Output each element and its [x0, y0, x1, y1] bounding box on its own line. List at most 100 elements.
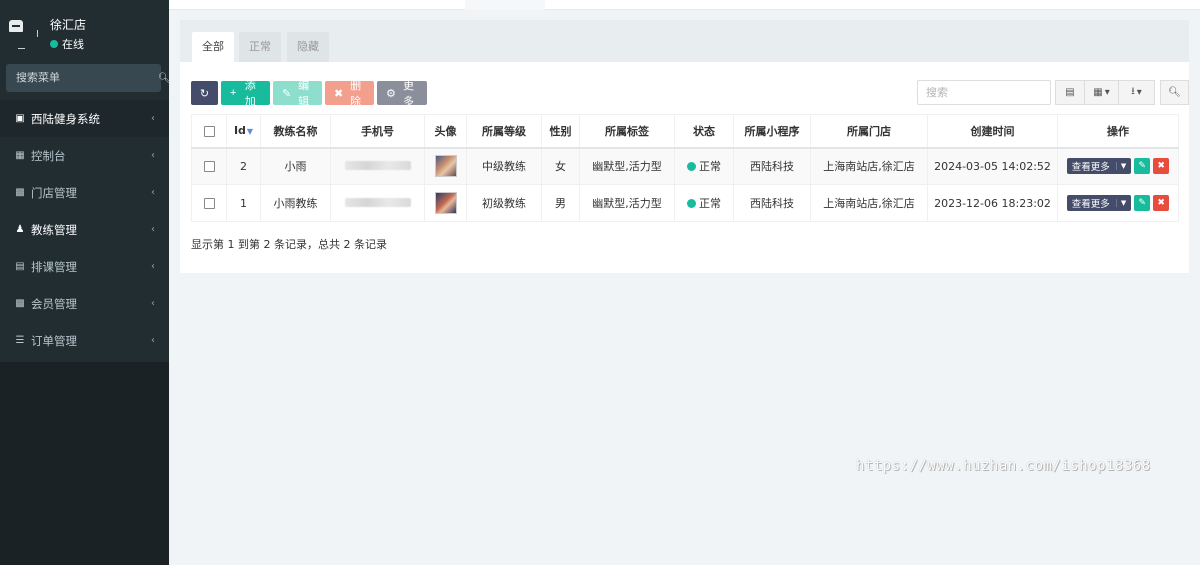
search-icon[interactable]: 🔍︎ — [158, 73, 171, 84]
coach-icon: ♟ — [15, 224, 25, 235]
sort-desc-icon[interactable]: ▼ — [247, 127, 253, 136]
table-search-input[interactable] — [926, 86, 1042, 99]
view-more-label: 查看更多 — [1071, 162, 1110, 174]
row-actions: 查看更多 ▼ ✎ ✖ — [1058, 158, 1178, 175]
sidebar-item-coaches[interactable]: ♟ 教练管理 ‹ — [0, 211, 169, 248]
table-search[interactable] — [917, 80, 1051, 105]
toggle-view-button[interactable]: ▤ — [1055, 80, 1085, 105]
view-more-button[interactable]: 查看更多 ▼ — [1066, 195, 1132, 211]
col-header-created: 创建时间 — [927, 114, 1058, 149]
edit-button[interactable]: ✎ 编辑 — [273, 80, 322, 108]
export-button[interactable]: ⭳ ▾ — [1118, 80, 1155, 105]
tab-all[interactable]: 全部 — [192, 32, 234, 62]
sidebar-item-label: 教练管理 — [31, 222, 77, 237]
row-checkbox[interactable] — [203, 161, 215, 173]
col-header-id[interactable]: Id▼ — [226, 114, 261, 149]
list-view-icon: ▤ — [1065, 87, 1075, 98]
avatar[interactable] — [434, 155, 457, 178]
export-icon: ⭳ — [1131, 86, 1135, 97]
sidebar-item-schedule[interactable]: ▤ 排课管理 ‹ — [0, 248, 169, 285]
member-card-icon: ▩ — [15, 298, 25, 309]
add-button[interactable]: + 添加 — [221, 80, 270, 108]
pagination-info: 显示第 1 到第 2 条记录，总共 2 条记录 — [191, 238, 387, 251]
sidebar-item-label: 控制台 — [31, 148, 66, 163]
sidebar-item-dashboard[interactable]: ▦ 控制台 ‹ — [0, 137, 169, 174]
blurred-phone — [344, 160, 411, 170]
row-select-cell[interactable] — [191, 184, 227, 222]
tab-normal[interactable]: 正常 — [239, 32, 281, 62]
cell-created: 2024-03-05 14:02:52 — [927, 147, 1058, 185]
search-icon: 🔍︎ — [1168, 87, 1181, 98]
cell-status[interactable]: 正常 — [674, 147, 734, 185]
cell-actions: 查看更多 ▼ ✎ ✖ — [1057, 147, 1179, 185]
table-row[interactable]: 1 小雨教练 初级教练 男 幽默型,活力型 正常 西陆科技 上海南站店,徐汇店 … — [191, 184, 1179, 222]
row-checkbox[interactable] — [203, 198, 215, 209]
cell-avatar[interactable] — [424, 184, 467, 222]
col-label: Id — [233, 124, 246, 138]
row-edit-button[interactable]: ✎ — [1134, 158, 1151, 175]
trash-icon: ✖ — [1157, 161, 1165, 172]
sidebar-item-stores[interactable]: ▩ 门店管理 ‹ — [0, 174, 169, 211]
table-row[interactable]: 2 小雨 中级教练 女 幽默型,活力型 正常 西陆科技 上海南站店,徐汇店 20… — [191, 147, 1179, 185]
chevron-left-icon: ‹ — [151, 335, 155, 346]
cell-tags: 幽默型,活力型 — [579, 184, 675, 222]
cell-status[interactable]: 正常 — [674, 184, 734, 222]
tab-hidden[interactable]: 隐藏 — [287, 32, 329, 62]
delete-button[interactable]: ✖ 删除 — [325, 80, 374, 108]
more-button[interactable]: ⚙ 更多 — [377, 80, 427, 108]
online-dot-icon — [50, 40, 58, 48]
user-info: 徐汇店 在线 — [50, 18, 86, 52]
avatar[interactable] — [434, 192, 457, 214]
sidebar-nav: ▣ 西陆健身系统 ‹ ▦ 控制台 ‹ ▩ 门店管理 ‹ ♟ 教练管理 ‹ ▤ 排… — [0, 100, 169, 359]
cell-level: 中级教练 — [466, 147, 542, 185]
select-all-checkbox[interactable] — [203, 125, 215, 137]
cell-id: 1 — [226, 184, 261, 222]
status-dot-icon — [687, 199, 696, 208]
status-text: 正常 — [699, 160, 721, 174]
gear-icon: ⚙ — [386, 87, 396, 100]
cell-app: 西陆科技 — [733, 147, 811, 185]
search-toggle-button[interactable]: 🔍︎ — [1160, 80, 1189, 105]
more-label: 更多 — [402, 80, 414, 108]
sidebar-item-orders[interactable]: ☰ 订单管理 ‹ — [0, 322, 169, 359]
row-delete-button[interactable]: ✖ — [1153, 195, 1170, 211]
menu-search[interactable]: 🔍︎ — [6, 64, 171, 92]
row-delete-button[interactable]: ✖ — [1153, 158, 1170, 175]
watermark: https://www.huzhan.com/ishop18368 — [856, 458, 1151, 474]
menu-search-input[interactable] — [16, 72, 158, 84]
cell-store: 上海南站店,徐汇店 — [810, 184, 928, 222]
view-more-button[interactable]: 查看更多 ▼ — [1066, 158, 1132, 175]
sidebar-empty-area — [0, 362, 169, 565]
row-edit-button[interactable]: ✎ — [1134, 195, 1151, 211]
select-all-cell[interactable] — [191, 114, 227, 149]
cell-name: 小雨教练 — [260, 184, 331, 222]
sidebar-item-system[interactable]: ▣ 西陆健身系统 ‹ — [0, 100, 169, 137]
database-icon: ☰ — [15, 335, 25, 346]
content-panel: ↻ +添加 ✎编辑 ✖删除 ⚙更多 ▤ ▦▾ ⭳▾ 🔍︎ Id▼ 教练名称 手机… — [180, 62, 1189, 273]
sidebar: 徐汇店 在线 🔍︎ ▣ 西陆健身系统 ‹ ▦ 控制台 ‹ ▩ 门店管理 ‹ ♟ — [0, 0, 171, 565]
top-navbar — [169, 0, 1200, 10]
refresh-button[interactable]: ↻ — [191, 81, 218, 105]
filter-tabs: 全部 正常 隐藏 — [180, 20, 1189, 62]
cell-gender: 女 — [541, 147, 580, 185]
row-select-cell[interactable] — [191, 147, 227, 185]
sidebar-item-label: 西陆健身系统 — [31, 111, 100, 126]
col-header-level: 所属等级 — [466, 114, 542, 149]
cell-store: 上海南站店,徐汇店 — [810, 147, 928, 185]
col-header-avatar: 头像 — [424, 114, 467, 149]
dashboard-icon: ▦ — [15, 150, 25, 161]
chevron-left-icon: ‹ — [151, 150, 155, 161]
cell-app: 西陆科技 — [733, 184, 811, 222]
caret-down-icon: ▾ — [1104, 87, 1110, 98]
columns-button[interactable]: ▦ ▾ — [1084, 80, 1119, 105]
coach-table: Id▼ 教练名称 手机号 头像 所属等级 性别 所属标签 状态 所属小程序 所属… — [191, 114, 1179, 222]
caret-down-icon: ▾ — [1136, 87, 1142, 98]
cell-id: 2 — [226, 147, 261, 185]
cell-created: 2023-12-06 18:23:02 — [927, 184, 1058, 222]
trash-icon: ✖ — [1157, 198, 1165, 208]
top-tab[interactable] — [465, 0, 545, 10]
sidebar-item-members[interactable]: ▩ 会员管理 ‹ — [0, 285, 169, 322]
col-header-status: 状态 — [674, 114, 734, 149]
cell-avatar[interactable] — [424, 147, 467, 185]
table-header-row: Id▼ 教练名称 手机号 头像 所属等级 性别 所属标签 状态 所属小程序 所属… — [191, 114, 1179, 149]
